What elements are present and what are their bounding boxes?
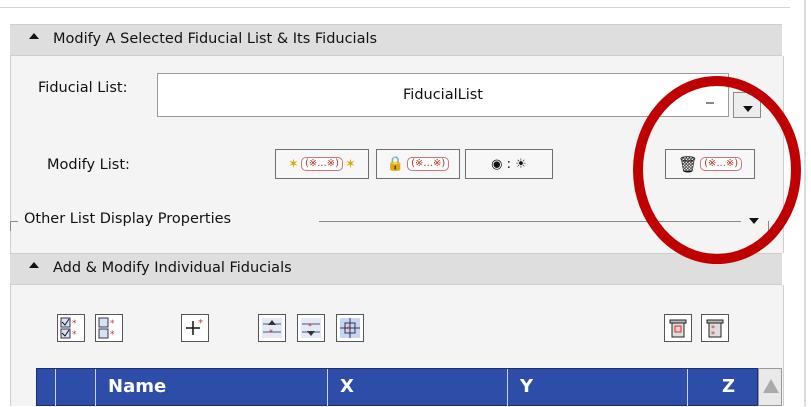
- scroll-up-arrow-icon: [763, 379, 779, 393]
- section-header-modify-list[interactable]: Modify A Selected Fiducial List & Its Fi…: [10, 24, 782, 56]
- svg-text:*: *: [110, 319, 115, 329]
- sparkle-icon: ✶: [345, 156, 356, 172]
- lock-button-text: (※...※): [407, 157, 450, 171]
- svg-text:*: *: [269, 328, 273, 337]
- fiducial-list-field[interactable]: FiducialList: [157, 73, 729, 117]
- move-fiducial-down-icon[interactable]: *: [297, 314, 325, 342]
- column-header-name-text: Name: [108, 376, 167, 397]
- delete-all-fiducials-icon[interactable]: * *: [701, 314, 729, 342]
- svg-text:*: *: [72, 319, 77, 329]
- column-header-x-text: X: [340, 376, 354, 397]
- fiducial-table-header: Name X Y Z: [36, 368, 758, 407]
- sparkle-icon: ✶: [288, 156, 299, 172]
- svg-text:*: *: [347, 325, 351, 334]
- select-all-fiducials-button[interactable]: ✶ (※...※) ✶: [275, 149, 369, 179]
- fiducial-list-value: FiducialList: [403, 87, 483, 103]
- delete-selected-fiducials-icon[interactable]: [664, 314, 692, 342]
- column-header-name[interactable]: Name: [95, 369, 327, 407]
- center-fiducial-icon[interactable]: *: [336, 314, 364, 342]
- visibility-toggle-button[interactable]: ◉ : ☀: [465, 149, 553, 179]
- top-divider: [0, 7, 790, 8]
- section-header-individual-fiducials[interactable]: Add & Modify Individual Fiducials: [10, 253, 782, 285]
- eye-sun-icon: ◉ : ☀: [491, 156, 527, 172]
- padlock-icon: 🔒: [386, 156, 405, 172]
- fiducial-list-label: Fiducial List:: [38, 80, 128, 96]
- column-header-y-text: Y: [520, 376, 534, 397]
- section-title: Modify A Selected Fiducial List & Its Fi…: [53, 31, 378, 47]
- collapse-triangle-icon[interactable]: [29, 33, 39, 39]
- other-list-props-label: Other List Display Properties: [24, 211, 232, 227]
- highlight-circle: [633, 76, 801, 264]
- svg-text:*: *: [198, 318, 203, 329]
- select-all-fiducials-icon[interactable]: * *: [57, 314, 85, 342]
- column-header-x[interactable]: X: [327, 369, 507, 407]
- select-all-button-text: (※...※): [300, 157, 344, 171]
- svg-text:*: *: [308, 322, 312, 331]
- table-header-spacer[interactable]: [55, 369, 75, 407]
- svg-text:*: *: [110, 330, 115, 339]
- column-header-z[interactable]: Z: [687, 369, 757, 407]
- right-edge: [804, 0, 806, 406]
- add-fiducial-icon[interactable]: *: [181, 314, 209, 342]
- column-header-y[interactable]: Y: [507, 369, 687, 407]
- divider-left-vertical: [10, 221, 11, 231]
- section-title: Add & Modify Individual Fiducials: [53, 260, 292, 276]
- deselect-all-fiducials-icon[interactable]: * *: [95, 314, 123, 342]
- collapse-triangle-icon[interactable]: [29, 262, 39, 268]
- svg-text:*: *: [711, 330, 715, 339]
- lock-list-button[interactable]: 🔒 (※...※): [376, 149, 460, 179]
- divider-left: [10, 221, 18, 222]
- table-scroll-up-button[interactable]: [758, 368, 782, 406]
- column-header-z-text: Z: [722, 376, 736, 397]
- svg-text:*: *: [72, 330, 77, 339]
- modify-list-label: Modify List:: [47, 157, 130, 173]
- move-fiducial-up-icon[interactable]: *: [258, 314, 286, 342]
